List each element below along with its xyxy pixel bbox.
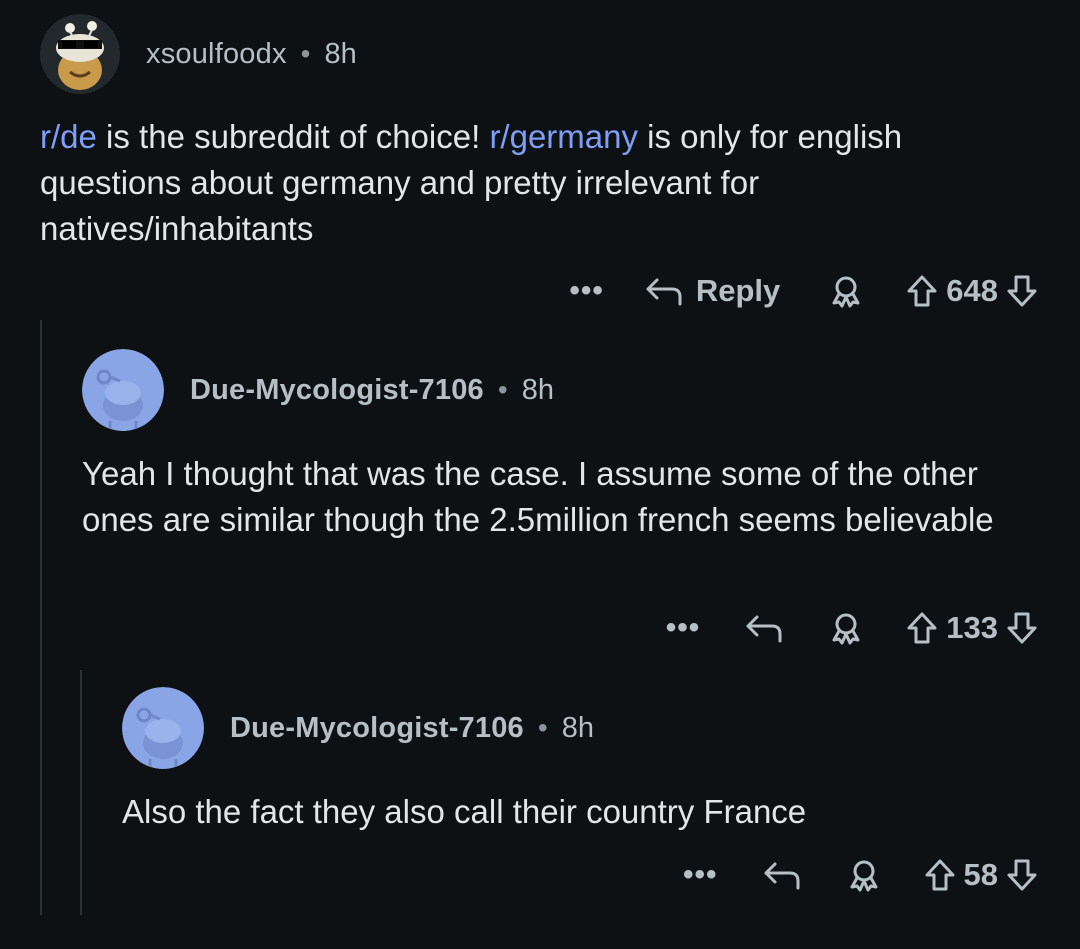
reply-button[interactable] — [744, 611, 784, 645]
upvote-icon[interactable] — [904, 273, 940, 309]
vote-control: 648 — [904, 273, 1040, 309]
comment-username[interactable]: Due-Mycologist-7106 — [230, 712, 524, 745]
vote-score: 133 — [946, 610, 998, 645]
comment-actions: ••• Reply 648 — [569, 266, 1040, 316]
vote-score: 58 — [963, 857, 998, 892]
award-icon — [850, 860, 878, 892]
more-options-icon[interactable]: ••• — [666, 613, 701, 643]
award-icon — [832, 276, 860, 308]
vote-control: 133 — [904, 610, 1040, 646]
reply-label: Reply — [695, 273, 781, 308]
separator-dot: • — [537, 712, 548, 743]
comment-header: Due-Mycologist-7106 • 8h — [122, 687, 594, 769]
user-avatar[interactable] — [40, 14, 120, 94]
downvote-icon[interactable] — [1004, 273, 1040, 309]
vote-score: 648 — [946, 273, 998, 308]
reply-button[interactable] — [762, 858, 802, 892]
snoo-default-avatar-icon — [122, 687, 204, 769]
subreddit-link-de[interactable]: r/de — [40, 118, 97, 155]
award-button[interactable] — [828, 273, 864, 309]
comment-timestamp: 8h — [521, 373, 554, 406]
separator-dot: • — [300, 38, 311, 69]
separator-dot: • — [497, 374, 508, 405]
reply-arrow-icon — [746, 615, 782, 643]
subreddit-link-germany[interactable]: r/germany — [489, 118, 638, 155]
comment-header: Due-Mycologist-7106 • 8h — [82, 349, 554, 431]
award-button[interactable] — [846, 857, 882, 893]
user-avatar[interactable] — [122, 687, 204, 769]
comment-header: xsoulfoodx • 8h — [40, 14, 357, 94]
comment-text-part: is the subreddit of choice! — [96, 118, 490, 155]
comment-actions: ••• 58 — [683, 850, 1040, 900]
vote-control: 58 — [922, 857, 1040, 893]
thread-line-level-2[interactable] — [80, 670, 82, 915]
thread-line-level-1[interactable] — [40, 320, 42, 915]
comment-timestamp: 8h — [324, 37, 357, 70]
more-options-icon[interactable]: ••• — [569, 276, 604, 306]
reply-button[interactable]: Reply — [644, 273, 780, 309]
comment-actions: ••• 133 — [666, 603, 1040, 653]
snoo-sunglasses-avatar-icon — [40, 14, 120, 94]
comment-body: Also the fact they also call their count… — [122, 793, 807, 830]
comment-body: r/de is the subreddit of choice! r/germa… — [40, 114, 1040, 252]
comment-username[interactable]: Due-Mycologist-7106 — [190, 374, 484, 407]
upvote-icon[interactable] — [904, 610, 940, 646]
upvote-icon[interactable] — [922, 857, 958, 893]
comment-body: Yeah I thought that was the case. I assu… — [82, 455, 994, 538]
reply-arrow-icon — [764, 862, 800, 890]
more-options-icon[interactable]: ••• — [683, 860, 718, 890]
snoo-default-avatar-icon — [82, 349, 164, 431]
downvote-icon[interactable] — [1004, 857, 1040, 893]
comment-username[interactable]: xsoulfoodx — [146, 38, 287, 71]
comment-timestamp: 8h — [561, 711, 594, 744]
award-button[interactable] — [828, 610, 864, 646]
reply-arrow-icon — [646, 278, 682, 306]
user-avatar[interactable] — [82, 349, 164, 431]
downvote-icon[interactable] — [1004, 610, 1040, 646]
award-icon — [832, 613, 860, 645]
